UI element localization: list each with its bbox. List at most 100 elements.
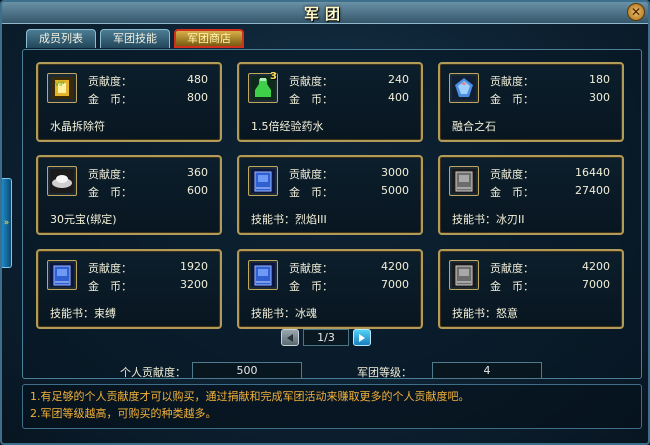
- gold-cost: 金 币： 5000: [289, 184, 415, 199]
- item-name: 水晶拆除符: [50, 120, 105, 133]
- gold-cost: 金 币： 27400: [490, 184, 616, 199]
- chevron-right-icon: »: [3, 218, 10, 228]
- skill-book-blue-icon[interactable]: [248, 166, 278, 196]
- contribution-cost: 贡献度： 3000: [289, 166, 415, 181]
- note-line: 1.有足够的个人贡献度才可以购买，通过捐献和完成军团活动来赚取更多的个人贡献度吧…: [30, 390, 470, 403]
- side-expand-handle[interactable]: »: [2, 178, 12, 268]
- gold-cost: 金 币： 300: [490, 91, 616, 106]
- stack-count-badge: 3: [270, 71, 277, 82]
- contribution-cost: 贡献度： 1920: [88, 260, 214, 275]
- gold-cost: 金 币： 600: [88, 184, 214, 199]
- personal-contribution-label: 个人贡献度：: [120, 366, 186, 379]
- shop-item-card[interactable]: 贡献度： 16440 金 币： 27400 技能书：冰刃II: [438, 155, 624, 235]
- shop-item-card[interactable]: 贡献度： 180 金 币： 300 融合之石: [438, 62, 624, 142]
- skill-book-gray-icon[interactable]: [449, 166, 479, 196]
- contribution-cost: 贡献度： 180: [490, 73, 616, 88]
- tab-legion-shop[interactable]: 军团商店: [174, 29, 244, 48]
- contribution-label: 贡献度：: [88, 75, 132, 88]
- gold-label: 金 币：: [88, 280, 132, 293]
- svg-text:VIP: VIP: [55, 81, 65, 88]
- window-title: 军团: [303, 5, 346, 23]
- fusion-stone-icon[interactable]: [449, 73, 479, 103]
- gold-label: 金 币：: [289, 186, 333, 199]
- legion-level-label: 军团等级：: [357, 366, 412, 379]
- contribution-cost: 贡献度： 16440: [490, 166, 616, 181]
- item-name: 1.5倍经验药水: [251, 120, 324, 133]
- title-bar[interactable]: 军团 ✕: [2, 2, 648, 24]
- item-name: 技能书：冰魂: [251, 307, 317, 320]
- gold-value: 400: [388, 91, 409, 104]
- contribution-value: 240: [388, 73, 409, 86]
- contribution-value: 4200: [381, 260, 409, 273]
- shop-item-card[interactable]: 贡献度： 360 金 币： 600 30元宝(绑定): [36, 155, 222, 235]
- gold-label: 金 币：: [490, 93, 534, 106]
- shop-item-card[interactable]: 贡献度： 4200 金 币： 7000 技能书：怒意: [438, 249, 624, 329]
- shop-item-card[interactable]: 贡献度： 240 金 币： 400 1.5倍经验药水 3: [237, 62, 423, 142]
- gold-value: 7000: [582, 278, 610, 291]
- contribution-label: 贡献度：: [88, 168, 132, 181]
- gold-value: 7000: [381, 278, 409, 291]
- contribution-label: 贡献度：: [490, 262, 534, 275]
- skill-book-blue-icon[interactable]: [47, 260, 77, 290]
- shop-item-card[interactable]: VIP 贡献度： 480 金 币： 800 水晶拆除符: [36, 62, 222, 142]
- contribution-cost: 贡献度： 4200: [289, 260, 415, 275]
- shop-item-card[interactable]: 贡献度： 3000 金 币： 5000 技能书：烈焰III: [237, 155, 423, 235]
- gold-label: 金 币：: [490, 280, 534, 293]
- gold-value: 800: [187, 91, 208, 104]
- note-line: 2.军团等级越高，可购买的种类越多。: [30, 407, 217, 420]
- contribution-value: 480: [187, 73, 208, 86]
- crystal-charm-icon[interactable]: VIP: [47, 73, 77, 103]
- contribution-cost: 贡献度： 240: [289, 73, 415, 88]
- contribution-label: 贡献度：: [88, 262, 132, 275]
- gold-cost: 金 币： 800: [88, 91, 214, 106]
- legion-level-value: 4: [432, 362, 542, 379]
- ingot-icon[interactable]: [47, 166, 77, 196]
- page-indicator: 1/3: [303, 329, 349, 346]
- next-page-button[interactable]: [353, 329, 371, 346]
- gold-cost: 金 币： 400: [289, 91, 415, 106]
- gold-value: 27400: [575, 184, 610, 197]
- item-name: 技能书：怒意: [452, 307, 518, 320]
- contribution-cost: 贡献度： 360: [88, 166, 214, 181]
- contribution-value: 16440: [575, 166, 610, 179]
- close-icon[interactable]: ✕: [627, 3, 645, 21]
- skill-book-gray-icon[interactable]: [449, 260, 479, 290]
- contribution-value: 3000: [381, 166, 409, 179]
- gold-label: 金 币：: [88, 93, 132, 106]
- item-name: 30元宝(绑定): [50, 213, 117, 226]
- contribution-label: 贡献度：: [289, 262, 333, 275]
- gold-value: 5000: [381, 184, 409, 197]
- contribution-value: 360: [187, 166, 208, 179]
- notes: 1.有足够的个人贡献度才可以购买，通过捐献和完成军团活动来赚取更多的个人贡献度吧…: [30, 388, 640, 430]
- gold-cost: 金 币： 7000: [289, 278, 415, 293]
- gold-label: 金 币：: [88, 186, 132, 199]
- item-name: 技能书：束缚: [50, 307, 116, 320]
- contribution-value: 4200: [582, 260, 610, 273]
- shop-item-card[interactable]: 贡献度： 4200 金 币： 7000 技能书：冰魂: [237, 249, 423, 329]
- gold-label: 金 币：: [289, 280, 333, 293]
- prev-page-button[interactable]: [281, 329, 299, 346]
- gold-label: 金 币：: [289, 93, 333, 106]
- contribution-cost: 贡献度： 4200: [490, 260, 616, 275]
- gold-label: 金 币：: [490, 186, 534, 199]
- shop-item-card[interactable]: 贡献度： 1920 金 币： 3200 技能书：束缚: [36, 249, 222, 329]
- arrow-right-icon: [359, 333, 365, 342]
- item-name: 融合之石: [452, 120, 496, 133]
- tab-legion-skills[interactable]: 军团技能: [100, 29, 170, 48]
- contribution-value: 1920: [180, 260, 208, 273]
- contribution-row: 个人贡献度： 500 军团等级： 4: [2, 362, 648, 380]
- personal-contribution-value: 500: [192, 362, 302, 379]
- gold-value: 3200: [180, 278, 208, 291]
- skill-book-blue-icon[interactable]: [248, 260, 278, 290]
- gold-value: 300: [589, 91, 610, 104]
- contribution-label: 贡献度：: [490, 168, 534, 181]
- item-name: 技能书：冰刃II: [452, 213, 525, 226]
- contribution-cost: 贡献度： 480: [88, 73, 214, 88]
- contribution-label: 贡献度：: [490, 75, 534, 88]
- contribution-label: 贡献度：: [289, 75, 333, 88]
- arrow-left-icon: [287, 333, 293, 342]
- tab-member-list[interactable]: 成员列表: [26, 29, 96, 48]
- gold-cost: 金 币： 3200: [88, 278, 214, 293]
- legion-window: 军团 ✕ 成员列表 军团技能 军团商店 VIP 贡献度： 480 金 币： 800 水晶拆…: [0, 0, 650, 445]
- item-name: 技能书：烈焰III: [251, 213, 327, 226]
